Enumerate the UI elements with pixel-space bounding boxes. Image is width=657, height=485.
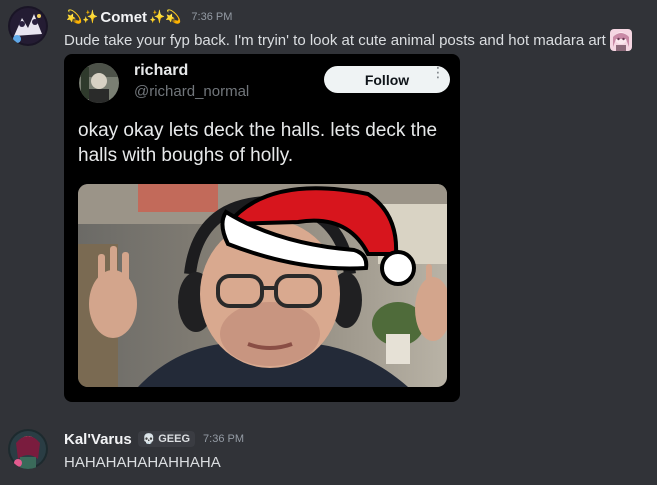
kalvarus-avatar[interactable]	[8, 429, 48, 469]
message-kalvarus: Kal'Varus 💀 GEEG 7:36 PM HAHAHAHAHAHHAHA	[0, 420, 657, 480]
tweet-text: okay okay lets deck the halls. lets deck…	[78, 120, 438, 166]
tweet-media-image[interactable]	[78, 184, 447, 387]
more-options-icon[interactable]: ⋮	[431, 65, 445, 79]
timestamp: 7:36 PM	[191, 11, 233, 23]
message-text: Dude take your fyp back. I'm tryin' to l…	[64, 31, 606, 49]
guild-tag-badge[interactable]: 💀 GEEG	[137, 431, 196, 447]
skull-icon: 💀	[142, 433, 156, 445]
custom-emoji-anime-girl	[609, 29, 632, 51]
tweet-embed[interactable]: richard @richard_normal Follow ⋮ okay ok…	[64, 54, 460, 402]
tweet-author-name[interactable]: richard	[134, 62, 188, 80]
username-kalvarus[interactable]: Kal'Varus	[64, 431, 132, 448]
comet-avatar[interactable]	[8, 6, 48, 46]
tweet-author-avatar[interactable]	[79, 63, 119, 103]
message-comet: 💫✨ Comet ✨💫 7:36 PM Dude take your fyp b…	[0, 0, 657, 410]
timestamp: 7:36 PM	[203, 433, 244, 445]
badge-label: GEEG	[158, 433, 191, 445]
username-comet[interactable]: Comet	[100, 9, 147, 26]
tweet-author-handle[interactable]: @richard_normal	[134, 83, 249, 100]
sparkle-deco-left: 💫✨	[66, 9, 99, 24]
message-text: HAHAHAHAHAHHAHA	[64, 453, 221, 471]
sparkle-deco-right: ✨💫	[149, 9, 182, 24]
